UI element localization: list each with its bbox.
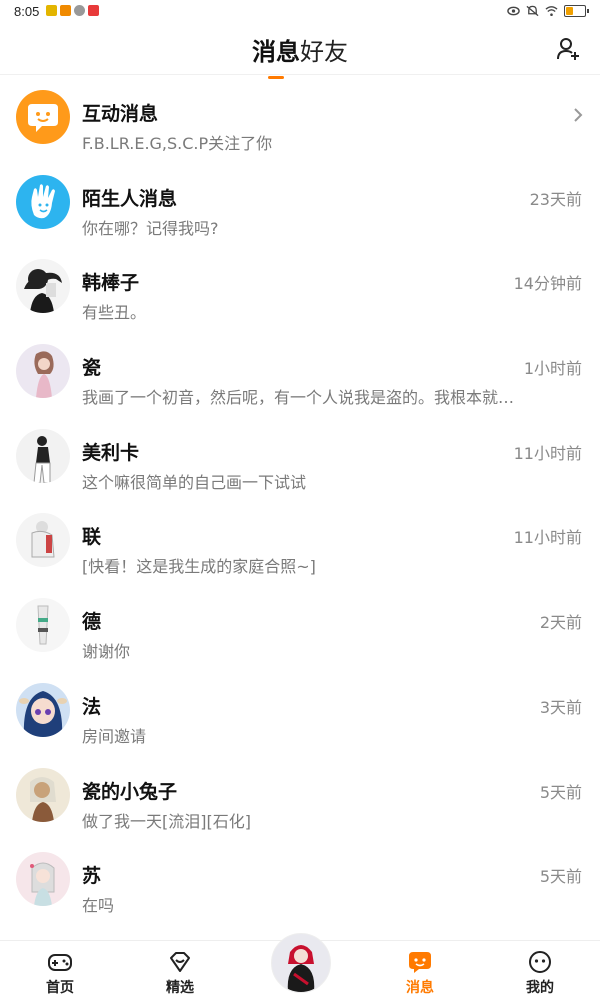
nav-label: 精选 (166, 980, 194, 996)
conversation-row[interactable]: 瓷 我画了一个初音，然后呢，有一个人说我是盗的。我根本就没盗... 1小时前 (0, 329, 600, 414)
avatar (16, 513, 70, 568)
conversation-time: 5天前 (539, 782, 582, 802)
avatar (16, 852, 70, 907)
conversation-preview: 你在哪？记得我吗? (82, 218, 219, 238)
tab-friends[interactable]: 好友 (300, 32, 348, 67)
conversation-preview: 做了我一天[流泪][石化] (82, 811, 251, 831)
conversation-time: 11小时前 (513, 443, 582, 463)
avatar-image (30, 862, 55, 907)
chevron-right-icon (574, 108, 583, 122)
conversation-row[interactable]: 苏 在吗 5天前 (0, 837, 600, 922)
conversation-preview: 谢谢你 (82, 642, 131, 662)
tab-label: 好友 (300, 38, 348, 66)
header: 消息 好友 (0, 24, 600, 79)
avatar-image (33, 435, 51, 483)
wechat-notification-icon (74, 5, 85, 16)
top-tabs: 消息 好友 (0, 32, 600, 79)
conversation-time: 5天前 (539, 867, 582, 887)
conversation-preview: F.B.LR.E.G,S.C.P关注了你 (82, 134, 273, 153)
conversation-time: 1小时前 (523, 359, 582, 379)
tab-messages[interactable]: 消息 (252, 32, 300, 79)
app-notification-icon (46, 5, 57, 16)
conversation-time: 14分钟前 (513, 274, 582, 294)
speech-bubble-icon (28, 104, 58, 132)
conversation-row-interactions[interactable]: 互动消息 F.B.LR.E.G,S.C.P关注了你 (0, 75, 600, 160)
battery-icon (564, 5, 589, 17)
conversation-list: 互动消息 F.B.LR.E.G,S.C.P关注了你 陌生人消息 你在哪？记得我吗… (0, 75, 600, 922)
conversation-name: 法 (82, 695, 102, 718)
avatar (16, 682, 70, 737)
center-avatar-button[interactable] (271, 933, 331, 993)
status-time: 8:05 (14, 4, 40, 19)
conversation-time: 23天前 (529, 189, 582, 209)
conversation-time: 11小时前 (513, 528, 582, 548)
nav-featured[interactable]: 精选 (140, 941, 220, 1001)
app-notification-icon (60, 5, 71, 16)
conversation-row-strangers[interactable]: 陌生人消息 你在哪？记得我吗? 23天前 (0, 160, 600, 245)
avatar-image (24, 269, 62, 314)
heart-gem-icon (170, 952, 190, 972)
conversation-row[interactable]: 韩棒子 有些丑。 14分钟前 (0, 244, 600, 329)
conversation-preview: 在吗 (82, 896, 115, 916)
avatar (16, 344, 70, 399)
eye-icon (507, 6, 520, 16)
nav-home[interactable]: 首页 (20, 941, 100, 1001)
conversation-name: 瓷的小兔子 (82, 780, 178, 803)
avatar-image (30, 776, 56, 822)
mute-bell-icon (526, 5, 539, 17)
conversation-preview: [快看！这是我生成的家庭合照~] (82, 557, 316, 577)
status-bar: 8:05 (0, 0, 600, 24)
conversation-name: 互动消息 (82, 103, 159, 125)
conversation-row[interactable]: 联 [快看！这是我生成的家庭合照~] 11小时前 (0, 498, 600, 583)
conversation-row[interactable]: 法 房间邀请 3天前 (0, 668, 600, 753)
conversation-name: 韩棒子 (82, 272, 140, 295)
avatar-image (287, 945, 315, 992)
nav-label: 我的 (526, 980, 554, 996)
chat-icon (409, 952, 431, 973)
conversation-name: 陌生人消息 (82, 187, 178, 210)
nav-profile[interactable]: 我的 (500, 941, 580, 1001)
conversation-preview: 我画了一个初音，然后呢，有一个人说我是盗的。我根本就没盗... (82, 388, 522, 408)
add-user-icon[interactable] (556, 36, 582, 62)
conversation-name: 联 (82, 526, 102, 549)
avatar-image (34, 351, 54, 399)
nav-messages[interactable]: 消息 (380, 941, 460, 1001)
conversation-name: 苏 (82, 865, 102, 888)
conversation-preview: 房间邀请 (82, 726, 147, 746)
nav-label: 消息 (406, 980, 434, 996)
conversation-row[interactable]: 美利卡 这个嘛很简单的自己画一下试试 11小时前 (0, 414, 600, 499)
tab-label: 消息 (252, 38, 300, 66)
avatar-image (37, 605, 49, 645)
avatar (16, 174, 70, 229)
wave-hand-icon (31, 183, 55, 218)
notification-icons (46, 5, 99, 16)
nav-label: 首页 (46, 980, 74, 996)
avatar-image (31, 521, 55, 558)
conversation-name: 德 (82, 611, 102, 634)
conversation-time: 2天前 (539, 613, 582, 633)
avatar-image (19, 690, 67, 737)
avatar (16, 767, 70, 822)
conversation-name: 瓷 (82, 357, 102, 380)
conversation-row[interactable]: 德 谢谢你 2天前 (0, 583, 600, 668)
conversation-time: 3天前 (539, 697, 582, 717)
avatar (16, 598, 70, 653)
app-notification-icon (88, 5, 99, 16)
conversation-row[interactable]: 瓷的小兔子 做了我一天[流泪][石化] 5天前 (0, 753, 600, 838)
face-icon (529, 951, 551, 973)
avatar (16, 90, 70, 144)
avatar (16, 428, 70, 483)
conversation-name: 美利卡 (82, 441, 140, 464)
wifi-icon (545, 6, 558, 17)
avatar (16, 259, 70, 314)
gamepad-icon (48, 954, 72, 971)
conversation-preview: 有些丑。 (82, 303, 147, 323)
conversation-preview: 这个嘛很简单的自己画一下试试 (82, 472, 307, 492)
